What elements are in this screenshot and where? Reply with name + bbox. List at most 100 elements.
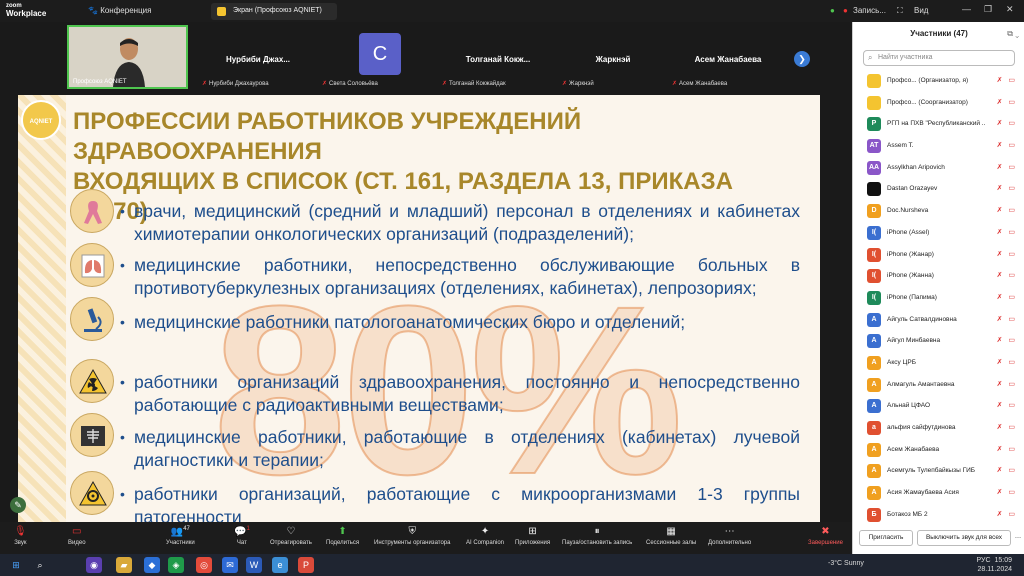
- participant-row[interactable]: AT Assem T. ✗ ▭: [853, 135, 1024, 157]
- taskbar: ⊞ ⌕ ◉ ▰ ◆ ◈ ◎ ✉ W e P -3°C Sunny РУС 15:…: [0, 554, 1024, 576]
- participant-row[interactable]: Р РГП на ПХВ "Республиканский ... ✗ ▭: [853, 113, 1024, 135]
- participant-row[interactable]: А Асия Жамаубаева Асия ✗ ▭: [853, 482, 1024, 504]
- chrome-icon[interactable]: ◎: [196, 557, 212, 573]
- participant-tile[interactable]: Толганай Кокж... ✗ Толганай Кокжайдак: [438, 25, 558, 89]
- participant-name: iPhone (Assel): [887, 228, 930, 236]
- participant-row[interactable]: А Асемгуль Тулепбайкызы ГИБ ✗ ▭: [853, 460, 1024, 482]
- next-page-icon[interactable]: ❯: [794, 51, 810, 67]
- minimize-icon[interactable]: —: [962, 4, 971, 14]
- participant-tile[interactable]: С ✗ Света Соловьёва: [318, 25, 438, 89]
- view-button[interactable]: Вид: [914, 6, 928, 15]
- participant-name: Профсо... (Соорганизатор): [887, 98, 968, 106]
- edge-icon[interactable]: e: [272, 557, 288, 573]
- participant-tile[interactable]: Асем Жанабаева ✗ Асем Жанабаева: [668, 25, 788, 89]
- app-icon[interactable]: ◉: [86, 557, 102, 573]
- collapse-icon[interactable]: ⌄: [1015, 29, 1019, 38]
- host-tools-button[interactable]: ⛨ Инструменты организатора: [374, 526, 450, 546]
- participant-row[interactable]: AA Assylkhan Aripovich ✗ ▭: [853, 157, 1024, 179]
- more-dots-icon[interactable]: …: [1013, 530, 1023, 546]
- system-tray[interactable]: РУС 15:09 28.11.2024: [977, 556, 1012, 574]
- app-icon[interactable]: ✉: [222, 557, 238, 573]
- participant-tile[interactable]: Жаркнэй ✗ Жаркнэй: [558, 25, 668, 89]
- expand-icon[interactable]: ⛶: [897, 6, 903, 16]
- pause-icon: ⏸: [594, 526, 600, 537]
- participant-row[interactable]: А Алмагуль Амантаевна ✗ ▭: [853, 374, 1024, 396]
- bullet-2: медицинские работники, непосредственно о…: [120, 254, 800, 300]
- app-icon[interactable]: ◈: [168, 557, 184, 573]
- participant-row[interactable]: А Аксу ЦРБ ✗ ▭: [853, 352, 1024, 374]
- record-label[interactable]: Запись...: [853, 6, 886, 15]
- breakout-button[interactable]: ▦ Сессионные залы: [646, 526, 696, 546]
- biohazard-icon: [70, 471, 114, 515]
- participant-row[interactable]: I(iPhone (Assel) ✗ ▭: [853, 222, 1024, 244]
- avatar: А: [867, 442, 881, 457]
- meeting-toolbar: 🎙 Звук ▭ Видео 👥47 Участники 💬1 Чат ♡ Отреаги…: [0, 522, 852, 554]
- participant-name: Альнай ЦФАО: [887, 402, 931, 410]
- share-arrow-icon: ⬆: [338, 526, 347, 537]
- mic-muted-icon: ✗: [322, 81, 328, 87]
- store-icon[interactable]: ◆: [144, 557, 160, 573]
- mic-muted-icon: ✗: [442, 81, 448, 87]
- tile-label: Профсоюз AQNIET: [73, 79, 127, 85]
- windows-start-icon[interactable]: ⊞: [8, 557, 24, 573]
- participant-search-input[interactable]: ⌕ Найти участника: [863, 50, 1015, 66]
- avatar: Б: [867, 507, 881, 522]
- participants-button[interactable]: 👥47 Участники: [166, 526, 195, 546]
- mic-video-muted-icon: ✗ ▭: [996, 272, 1017, 280]
- folder-icon[interactable]: ▰: [116, 557, 132, 573]
- restore-icon[interactable]: ❐: [984, 4, 992, 15]
- share-tab[interactable]: Экран (Профсоюз AQNIET): [211, 3, 337, 20]
- conference-menu[interactable]: 🐾 Конференция: [88, 6, 151, 15]
- audio-button[interactable]: 🎙 Звук: [14, 526, 27, 546]
- pause-record-button[interactable]: ⏸ Пауза/остановить запись: [562, 526, 632, 546]
- avatar: А: [867, 355, 881, 370]
- weather-widget[interactable]: -3°C Sunny: [828, 560, 864, 567]
- search-icon[interactable]: ⌕: [32, 557, 48, 573]
- participant-row[interactable]: I(iPhone (Жанна) ✗ ▭: [853, 265, 1024, 287]
- powerpoint-icon[interactable]: P: [298, 557, 314, 573]
- ai-companion-button[interactable]: ✦ AI Companion: [466, 526, 504, 546]
- mute-all-button[interactable]: Выключить звук для всех: [917, 530, 1011, 546]
- participant-name: Айгул Минбаевна: [887, 337, 941, 345]
- participant-row[interactable]: а альфия сайфутдинова ✗ ▭: [853, 417, 1024, 439]
- participant-tile[interactable]: Нурбиби Джах... ✗ Нурбиби Джахаурова: [198, 25, 318, 89]
- participant-row[interactable]: А Альнай ЦФАО ✗ ▭: [853, 395, 1024, 417]
- participant-row[interactable]: I(iPhone (Жанар) ✗ ▭: [853, 244, 1024, 266]
- mic-video-muted-icon: ✗ ▭: [996, 467, 1017, 475]
- more-button[interactable]: ⋯ Дополнительно: [708, 526, 751, 546]
- participant-row[interactable]: Профсо... (Соорганизатор) ✗ ▭: [853, 92, 1024, 114]
- mic-video-muted-icon: ✗ ▭: [996, 358, 1017, 366]
- apps-button[interactable]: ⊞ Приложения: [515, 526, 550, 546]
- participant-row[interactable]: А Асем Жанабаева ✗ ▭: [853, 439, 1024, 461]
- avatar: AT: [867, 139, 881, 154]
- bullet-5: медицинские работники, работающие в отде…: [120, 426, 800, 472]
- participant-row[interactable]: А Айгуль Сатвалдиновна ✗ ▭: [853, 309, 1024, 331]
- avatar: AA: [867, 160, 881, 175]
- heart-icon: ♡: [286, 526, 296, 537]
- participant-row[interactable]: Профсо... (Организатор, я) ✗ ▭: [853, 70, 1024, 92]
- end-button[interactable]: ✖ Завершение: [808, 526, 843, 546]
- participant-row[interactable]: Dastan Orazayev ✗ ▭: [853, 178, 1024, 200]
- popout-icon[interactable]: ⧉: [1007, 29, 1013, 38]
- annotate-pencil-icon[interactable]: ✎: [10, 497, 26, 513]
- participant-name: iPhone (Жанар): [887, 250, 934, 258]
- participant-row[interactable]: А Айгул Минбаевна ✗ ▭: [853, 330, 1024, 352]
- sparkle-icon: ✦: [480, 526, 490, 537]
- word-icon[interactable]: W: [246, 557, 262, 573]
- camera-tile[interactable]: Профсоюз AQNIET: [67, 25, 188, 89]
- chat-button[interactable]: 💬1 Чат: [234, 526, 250, 546]
- participant-name: Асия Жамаубаева Асия: [887, 489, 959, 497]
- mic-muted-icon: ✗: [672, 81, 678, 87]
- mic-video-muted-icon: ✗ ▭: [996, 228, 1017, 236]
- participant-row[interactable]: D Doc.Nursheva ✗ ▭: [853, 200, 1024, 222]
- participant-row[interactable]: Б Ботакоз МБ 2 ✗ ▭: [853, 504, 1024, 526]
- invite-button[interactable]: Пригласить: [859, 530, 913, 546]
- share-button[interactable]: ⬆ Поделиться: [326, 526, 359, 546]
- mic-video-muted-icon: ✗ ▭: [996, 207, 1017, 215]
- participant-row[interactable]: I(iPhone (Папима) ✗ ▭: [853, 287, 1024, 309]
- close-icon[interactable]: ✕: [1006, 4, 1014, 15]
- react-button[interactable]: ♡ Отреагировать: [270, 526, 312, 546]
- avatar: I(: [867, 269, 881, 284]
- avatar: А: [867, 399, 881, 414]
- video-button[interactable]: ▭ Видео: [68, 526, 86, 546]
